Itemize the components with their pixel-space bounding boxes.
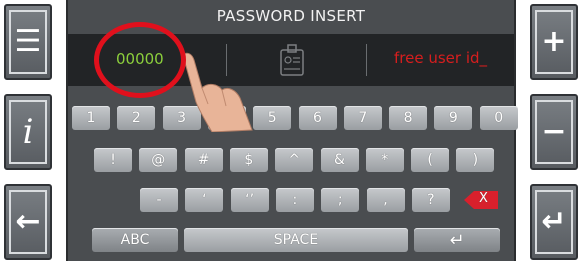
plus-icon: + bbox=[541, 24, 567, 59]
digit-key-0[interactable]: 0 bbox=[479, 106, 518, 130]
symbol-key-8-label: ) bbox=[472, 152, 479, 168]
digit-key-5[interactable]: 5 bbox=[253, 106, 292, 130]
symbol-key-6[interactable]: * bbox=[365, 148, 404, 172]
punct-key-3-label: : bbox=[292, 192, 298, 208]
digit-key-8[interactable]: 8 bbox=[389, 106, 428, 130]
symbol-key-4-label: ^ bbox=[288, 152, 301, 168]
digit-key-6-label: 6 bbox=[313, 110, 322, 126]
digit-key-8-label: 8 bbox=[403, 110, 413, 126]
abc-key-label: ABC bbox=[120, 232, 150, 248]
punct-key-4-label: ; bbox=[337, 192, 343, 208]
digit-key-9[interactable]: 9 bbox=[434, 106, 473, 130]
digit-key-7-label: 7 bbox=[358, 110, 368, 126]
punct-key-4[interactable]: ; bbox=[321, 188, 360, 212]
hand-pointer-icon bbox=[184, 52, 253, 132]
space-key[interactable]: SPACE bbox=[184, 228, 408, 252]
punct-key-0-label: - bbox=[156, 192, 162, 208]
info-button[interactable]: i bbox=[4, 94, 52, 170]
symbol-key-0[interactable]: ! bbox=[94, 148, 132, 172]
symbol-key-7[interactable]: ( bbox=[411, 148, 450, 172]
symbol-key-7-label: ( bbox=[427, 152, 433, 168]
punct-key-3[interactable]: : bbox=[275, 188, 314, 212]
symbol-key-8[interactable]: ) bbox=[456, 148, 495, 172]
symbol-key-3-label: $ bbox=[244, 152, 254, 168]
back-button[interactable]: ← bbox=[4, 184, 52, 260]
digit-key-2-label: 2 bbox=[131, 110, 141, 126]
punct-key-0[interactable]: - bbox=[140, 188, 178, 212]
menu-button[interactable]: ☰ bbox=[4, 4, 52, 80]
punct-key-1-label: ‘ bbox=[202, 192, 207, 208]
delete-key[interactable]: X bbox=[462, 188, 500, 212]
plus-button[interactable]: + bbox=[530, 4, 578, 80]
enter-icon: ↵ bbox=[541, 204, 567, 239]
enter-key[interactable]: ↵ bbox=[414, 228, 500, 252]
symbol-key-2-label: # bbox=[197, 152, 210, 168]
punct-key-2-label: ‘’ bbox=[245, 192, 255, 208]
digit-key-1[interactable]: 1 bbox=[72, 106, 110, 130]
symbol-key-2[interactable]: # bbox=[184, 148, 223, 172]
info-icon: i bbox=[22, 112, 34, 152]
punct-key-6-label: ? bbox=[427, 192, 435, 208]
menu-icon: ☰ bbox=[14, 24, 42, 59]
arrow-left-icon: ← bbox=[15, 204, 41, 239]
digit-key-0-label: 0 bbox=[494, 110, 504, 126]
symbol-key-1[interactable]: @ bbox=[139, 148, 178, 172]
id-badge-icon bbox=[280, 44, 304, 76]
punct-key-5-label: , bbox=[383, 192, 388, 208]
password-screen: PASSWORD INSERT 00000 free user id_ ABC … bbox=[66, 0, 518, 261]
punct-key-1[interactable]: ‘ bbox=[185, 188, 224, 212]
symbol-key-5-label: & bbox=[334, 152, 345, 168]
minus-button[interactable]: − bbox=[530, 94, 578, 170]
digit-key-5-label: 5 bbox=[267, 110, 277, 126]
symbol-key-5[interactable]: & bbox=[320, 148, 359, 172]
symbol-key-0-label: ! bbox=[110, 152, 116, 168]
divider bbox=[366, 44, 367, 76]
abc-key[interactable]: ABC bbox=[92, 228, 178, 252]
minus-icon: − bbox=[541, 114, 567, 149]
punct-key-5[interactable]: , bbox=[366, 188, 405, 212]
digit-key-7[interactable]: 7 bbox=[343, 106, 382, 130]
digit-key-9-label: 9 bbox=[448, 110, 458, 126]
enter-button[interactable]: ↵ bbox=[530, 184, 578, 260]
highlight-circle bbox=[94, 22, 186, 98]
symbol-key-3[interactable]: $ bbox=[229, 148, 268, 172]
symbol-key-6-label: * bbox=[381, 152, 389, 168]
digit-key-2[interactable]: 2 bbox=[117, 106, 156, 130]
symbol-key-4[interactable]: ^ bbox=[275, 148, 314, 172]
digit-key-1-label: 1 bbox=[86, 110, 96, 126]
digit-key-6[interactable]: 6 bbox=[298, 106, 337, 130]
symbol-key-1-label: @ bbox=[151, 152, 166, 168]
punct-key-2[interactable]: ‘’ bbox=[230, 188, 269, 212]
delete-key-label: X bbox=[479, 191, 488, 206]
punct-key-6[interactable]: ? bbox=[411, 188, 450, 212]
enter-icon: ↵ bbox=[449, 229, 465, 251]
user-id-field[interactable]: free user id_ bbox=[394, 49, 487, 67]
space-key-label: SPACE bbox=[273, 232, 319, 248]
